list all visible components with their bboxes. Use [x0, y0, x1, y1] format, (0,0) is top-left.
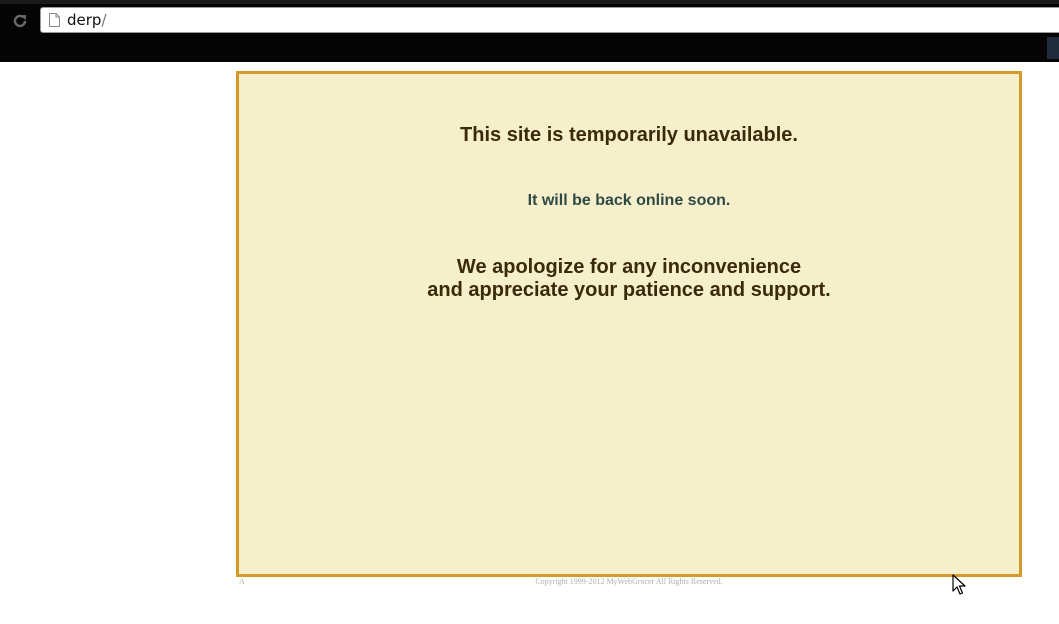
mouse-cursor-icon — [952, 574, 966, 601]
apology-line-1: We apologize for any inconvenience — [456, 256, 802, 278]
url-text: derp/ — [67, 11, 107, 29]
url-host: derp — [67, 11, 102, 29]
copyright-text: Copyright 1999-2012 MyWebGrocer All Righ… — [535, 577, 723, 586]
tab-strip — [0, 0, 1059, 4]
browser-toolbar: derp/ — [0, 0, 1059, 62]
address-bar[interactable]: derp/ — [40, 7, 1059, 33]
page-icon — [47, 12, 61, 28]
toolbar-extension-button[interactable] — [1047, 37, 1059, 59]
reload-icon — [11, 12, 29, 30]
footer-marker: A — [239, 577, 245, 586]
apology-line-2: and appreciate your patience and support… — [427, 279, 831, 301]
url-path: / — [101, 11, 107, 29]
notice-title: This site is temporarily unavailable. — [460, 124, 798, 146]
maintenance-notice: This site is temporarily unavailable. It… — [236, 71, 1022, 577]
reload-button[interactable] — [8, 9, 32, 33]
notice-subtitle: It will be back online soon. — [527, 192, 731, 209]
notice-apology: We apologize for any inconvenience and a… — [239, 256, 1019, 302]
